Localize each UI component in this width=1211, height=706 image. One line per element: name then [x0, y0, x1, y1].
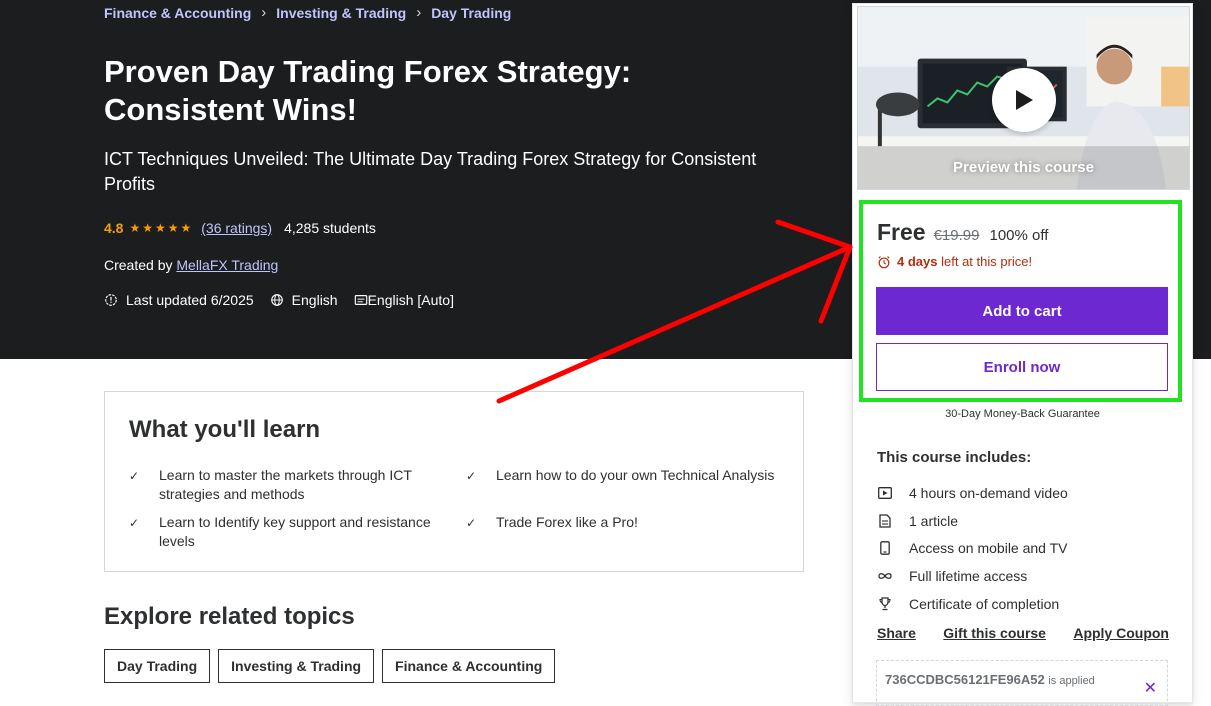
- learn-item: ✓ Learn to master the markets through IC…: [129, 466, 439, 504]
- topic-day-trading[interactable]: Day Trading: [104, 649, 211, 683]
- chevron-right-icon: ›: [416, 4, 422, 21]
- breadcrumb-item-day-trading[interactable]: Day Trading: [431, 5, 511, 21]
- include-label: Certificate of completion: [909, 596, 1060, 613]
- course-title: Proven Day Trading Forex Strategy: Consi…: [104, 54, 632, 127]
- include-label: Access on mobile and TV: [909, 540, 1068, 557]
- breadcrumb: Finance & Accounting › Investing & Tradi…: [104, 4, 511, 21]
- alert-badge-icon: [105, 294, 117, 306]
- coupon-code: 736CCDBC56121FE96A52: [885, 672, 1045, 687]
- learn-item: ✓ Learn to Identify key support and resi…: [129, 513, 439, 551]
- learn-item-text: Learn how to do your own Technical Analy…: [496, 467, 775, 483]
- learn-item: ✓ Trade Forex like a Pro!: [466, 513, 786, 533]
- apply-coupon-link[interactable]: Apply Coupon: [1073, 625, 1169, 641]
- language: English: [291, 292, 338, 308]
- sidebar-links: Share Gift this course Apply Coupon: [877, 625, 1169, 641]
- explore-title: Explore related topics: [104, 603, 355, 630]
- chevron-right-icon: ›: [261, 4, 267, 21]
- list-item: 4 hours on-demand video: [877, 479, 1068, 507]
- trophy-icon: [877, 596, 893, 612]
- check-icon: ✓: [129, 469, 140, 483]
- include-label: 1 article: [909, 512, 959, 529]
- close-icon[interactable]: ✕: [1144, 678, 1157, 698]
- include-label: Full lifetime access: [909, 568, 1028, 585]
- video-icon: [877, 485, 893, 501]
- rating-value: 4.8: [104, 220, 124, 236]
- learn-title: What you'll learn: [129, 416, 321, 443]
- play-button[interactable]: [992, 68, 1056, 132]
- coupon-status: is applied: [1048, 675, 1095, 687]
- learn-item-text: Learn to Identify key support and resist…: [159, 514, 431, 549]
- list-item: 1 article: [877, 507, 1068, 535]
- include-label: 4 hours on-demand video: [909, 484, 1068, 501]
- captions-icon: [354, 295, 367, 305]
- students-count: 4,285 students: [284, 220, 376, 236]
- list-item: Full lifetime access: [877, 562, 1068, 590]
- preview-label: Preview this course: [953, 159, 1094, 176]
- rating-summary: 4.8 ★★★★★ (36 ratings) 4,285 students: [104, 220, 376, 236]
- annotation-highlight: [859, 200, 1182, 402]
- breadcrumb-item-finance[interactable]: Finance & Accounting: [104, 5, 251, 21]
- play-icon: [1016, 90, 1033, 110]
- ratings-count-link[interactable]: (36 ratings): [201, 220, 272, 236]
- learn-item: ✓ Learn how to do your own Technical Ana…: [466, 466, 786, 486]
- learn-item-text: Learn to master the markets through ICT …: [159, 467, 412, 502]
- captions-language: English [Auto]: [367, 292, 454, 308]
- infinity-icon: [877, 568, 893, 584]
- created-by-label: Created by: [104, 257, 173, 273]
- applied-coupon: 736CCDBC56121FE96A52 is applied ✕: [876, 660, 1168, 706]
- learn-item-text: Trade Forex like a Pro!: [496, 514, 638, 530]
- last-updated: Last updated 6/2025: [126, 292, 254, 308]
- created-by: Created by MellaFX Trading: [104, 257, 278, 273]
- course-preview[interactable]: Preview this course: [857, 6, 1190, 190]
- instructor-link[interactable]: MellaFX Trading: [176, 257, 278, 273]
- course-meta: Last updated 6/2025 English English [Aut…: [104, 292, 454, 308]
- mobile-icon: [877, 540, 893, 556]
- share-link[interactable]: Share: [877, 625, 916, 641]
- topic-finance-accounting[interactable]: Finance & Accounting: [382, 649, 556, 683]
- list-item: Certificate of completion: [877, 590, 1068, 618]
- check-icon: ✓: [129, 516, 140, 530]
- money-back-guarantee: 30-Day Money-Back Guarantee: [945, 408, 1100, 420]
- related-topics: Day Trading Investing & Trading Finance …: [104, 649, 556, 683]
- check-icon: ✓: [466, 469, 477, 483]
- topic-investing-trading[interactable]: Investing & Trading: [218, 649, 375, 683]
- what-you-will-learn: What you'll learn ✓ Learn to master the …: [104, 391, 804, 572]
- article-icon: [877, 513, 893, 529]
- list-item: Access on mobile and TV: [877, 535, 1068, 563]
- star-rating-icon: ★★★★★: [129, 221, 194, 235]
- globe-icon: [270, 294, 283, 306]
- breadcrumb-item-investing[interactable]: Investing & Trading: [276, 5, 406, 21]
- check-icon: ✓: [466, 516, 477, 530]
- includes-list: 4 hours on-demand video 1 article Access…: [877, 479, 1068, 618]
- includes-title: This course includes:: [877, 449, 1032, 466]
- course-subtitle: ICT Techniques Unveiled: The Ultimate Da…: [104, 149, 757, 194]
- gift-course-link[interactable]: Gift this course: [943, 625, 1046, 641]
